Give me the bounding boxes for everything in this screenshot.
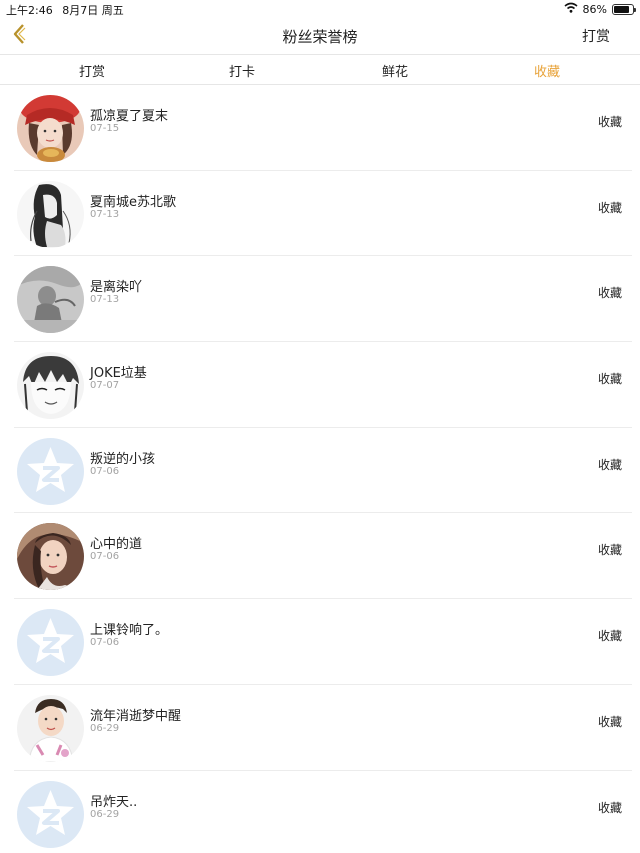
favorite-label[interactable]: 收藏 bbox=[598, 541, 622, 558]
fan-name: 是离染吖 bbox=[90, 280, 143, 296]
favorite-label[interactable]: 收藏 bbox=[598, 284, 622, 301]
tab-reward[interactable]: 打赏 bbox=[52, 61, 132, 80]
list-item[interactable]: 流年消逝梦中醒 06-29 收藏 bbox=[14, 685, 632, 771]
nav-bar: 粉丝荣誉榜 打赏 bbox=[0, 18, 640, 54]
favorite-label[interactable]: 收藏 bbox=[598, 370, 622, 387]
favorite-label[interactable]: 收藏 bbox=[598, 456, 622, 473]
favorite-label[interactable]: 收藏 bbox=[598, 113, 622, 130]
list-item[interactable]: 夏南城e苏北歌 07-13 收藏 bbox=[14, 171, 632, 257]
favorite-label[interactable]: 收藏 bbox=[598, 627, 622, 644]
avatar[interactable] bbox=[17, 438, 84, 505]
list-item[interactable]: JOKE垃基 07-07 收藏 bbox=[14, 342, 632, 428]
tab-favorites[interactable]: 收藏 bbox=[507, 61, 587, 80]
fan-name: 吊炸天.. bbox=[90, 794, 138, 810]
status-bar: 上午2:46 8月7日 周五 86% bbox=[0, 0, 640, 18]
list-item[interactable]: 叛逆的小孩 07-06 收藏 bbox=[14, 428, 632, 514]
battery-fill bbox=[614, 5, 630, 13]
avatar[interactable] bbox=[17, 609, 84, 676]
status-left: 上午2:46 8月7日 周五 bbox=[6, 2, 124, 18]
list-item[interactable]: 是离染吖 07-13 收藏 bbox=[14, 256, 632, 343]
avatar[interactable] bbox=[17, 695, 84, 762]
wifi-icon bbox=[564, 2, 578, 16]
fan-name: 孤凉夏了夏末 bbox=[90, 109, 169, 124]
avatar[interactable] bbox=[17, 181, 84, 248]
fan-name: 心中的道 bbox=[90, 537, 143, 553]
avatar[interactable] bbox=[17, 95, 84, 162]
list-item[interactable]: 心中的道 07-06 收藏 bbox=[14, 513, 632, 600]
fan-date: 07-15 bbox=[90, 123, 120, 134]
avatar[interactable] bbox=[17, 781, 84, 848]
fan-list: 孤凉夏了夏末 07-15 收藏 夏南城e苏北歌 07-13 收藏 是离染吖 07-13 收藏 JO… bbox=[0, 85, 640, 853]
fan-date: 07-07 bbox=[90, 380, 120, 392]
fan-date: 06-29 bbox=[90, 808, 120, 820]
fan-name: 叛逆的小孩 bbox=[90, 451, 156, 467]
status-time: 上午2:46 bbox=[6, 4, 53, 17]
page-title: 粉丝荣誉榜 bbox=[282, 28, 358, 46]
fan-name: 夏南城e苏北歌 bbox=[90, 194, 176, 210]
fan-date: 07-06 bbox=[90, 637, 120, 649]
battery-icon bbox=[612, 3, 636, 15]
fan-date: 06-29 bbox=[90, 722, 120, 734]
battery-percent: 86% bbox=[582, 2, 607, 16]
tab-bar: 打赏 打卡 鲜花 收藏 bbox=[0, 54, 640, 85]
list-item[interactable]: 吊炸天.. 06-29 收藏 bbox=[14, 771, 632, 853]
fan-name: 流年消逝梦中醒 bbox=[90, 708, 182, 724]
avatar[interactable] bbox=[17, 523, 84, 590]
list-item[interactable]: 上课铃响了。 07-06 收藏 bbox=[14, 599, 632, 685]
favorite-label[interactable]: 收藏 bbox=[598, 713, 622, 730]
fan-name: 上课铃响了。 bbox=[90, 623, 169, 639]
fan-date: 07-13 bbox=[90, 294, 120, 306]
list-item[interactable]: 孤凉夏了夏末 07-15 收藏 bbox=[14, 85, 632, 171]
avatar[interactable] bbox=[17, 352, 84, 419]
status-date: 8月7日 周五 bbox=[62, 4, 124, 17]
favorite-label[interactable]: 收藏 bbox=[598, 199, 622, 216]
fan-date: 07-06 bbox=[90, 551, 120, 563]
fan-name: JOKE垃基 bbox=[90, 366, 147, 382]
status-right: 86% bbox=[564, 2, 636, 16]
fan-date: 07-06 bbox=[90, 465, 120, 477]
avatar[interactable] bbox=[17, 266, 84, 333]
favorite-label[interactable]: 收藏 bbox=[598, 799, 622, 816]
tab-flowers[interactable]: 鲜花 bbox=[355, 61, 435, 80]
tab-checkin[interactable]: 打卡 bbox=[202, 61, 282, 80]
reward-button[interactable]: 打赏 bbox=[582, 26, 610, 46]
fan-date: 07-13 bbox=[90, 208, 120, 220]
